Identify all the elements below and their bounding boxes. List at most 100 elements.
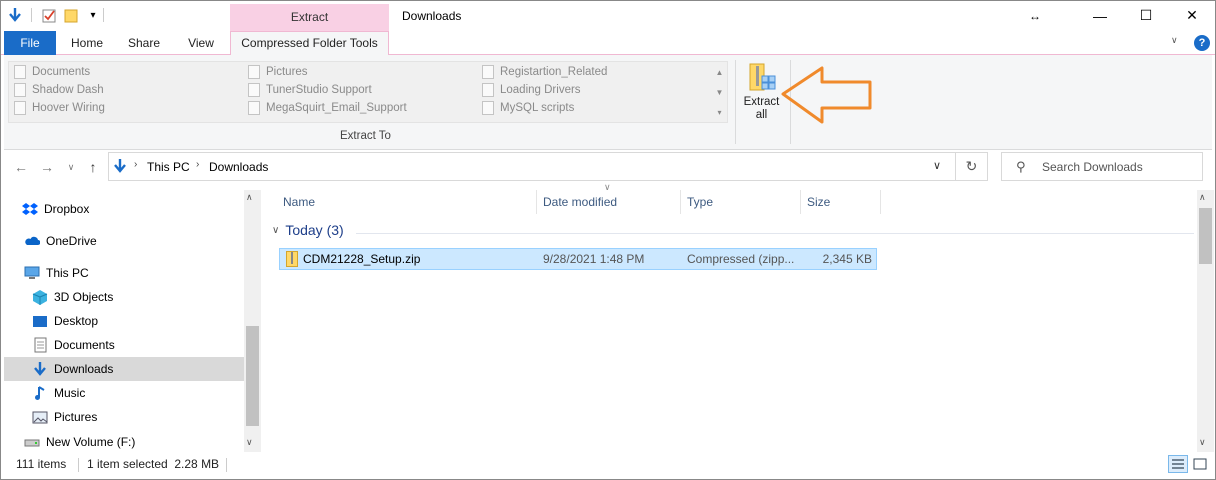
nav-item-dropbox[interactable]: Dropbox — [4, 197, 244, 221]
context-tab-header: Extract — [230, 4, 389, 31]
details-view-icon — [1172, 459, 1184, 469]
gallery-item-label: TunerStudio Support — [266, 84, 372, 96]
ribbon-expand-icon[interactable]: ∨ — [1171, 35, 1178, 46]
recent-locations-icon[interactable]: ∨ — [62, 157, 80, 177]
gallery-item[interactable]: Pictures — [248, 63, 468, 81]
group-header-today[interactable]: ∨ Today (3) — [272, 222, 344, 238]
navigation-pane: Dropbox OneDrive This PC 3D Objects Desk… — [4, 190, 244, 452]
breadcrumb-this-pc[interactable]: This PC — [147, 160, 190, 174]
group-label-extract-to: Extract To — [340, 130, 391, 142]
chevron-down-icon: ∨ — [272, 224, 280, 236]
extract-all-button[interactable]: Extract all — [739, 60, 784, 124]
tab-compressed-folder-tools[interactable]: Compressed Folder Tools — [230, 31, 389, 56]
zip-file-icon — [286, 251, 298, 270]
nav-pane-scroll-thumb[interactable] — [246, 326, 259, 426]
nav-item-label: This PC — [46, 266, 89, 280]
file-list-scroll-thumb[interactable] — [1199, 208, 1212, 264]
nav-item-label: Desktop — [54, 314, 99, 328]
chevron-right-icon[interactable]: › — [134, 159, 137, 170]
chevron-right-icon[interactable]: › — [196, 159, 199, 170]
gallery-item-label: Hoover Wiring — [32, 102, 105, 114]
status-divider — [78, 458, 79, 472]
nav-item-onedrive[interactable]: OneDrive — [4, 229, 244, 253]
nav-item-desktop[interactable]: Desktop — [4, 309, 244, 333]
properties-icon[interactable] — [40, 6, 58, 24]
folder-icon — [14, 83, 26, 97]
column-header-type[interactable]: Type — [681, 190, 801, 214]
scroll-up-icon[interactable]: ∧ — [1199, 192, 1206, 203]
column-header-size[interactable]: Size — [801, 190, 881, 214]
forward-button[interactable]: → — [38, 157, 56, 177]
down-arrow-icon[interactable] — [6, 6, 24, 24]
scroll-down-icon[interactable]: ▼ — [716, 88, 724, 97]
breadcrumb-downloads[interactable]: Downloads — [209, 160, 268, 174]
qat-customize-icon[interactable]: ▾ — [84, 6, 102, 24]
scroll-down-icon[interactable]: ∨ — [246, 437, 253, 448]
group-divider — [356, 233, 1194, 234]
gallery-item[interactable]: MySQL scripts — [482, 99, 702, 117]
pictures-icon — [248, 65, 260, 79]
nav-item-this-pc[interactable]: This PC — [4, 261, 244, 285]
gallery-scroll[interactable]: ▲ ▼ ▾ — [712, 62, 727, 122]
gallery-item[interactable]: Registartion_Related — [482, 63, 702, 81]
details-view-button[interactable] — [1168, 455, 1188, 473]
gallery-item[interactable]: Documents — [14, 63, 234, 81]
maximize-button[interactable]: ☐ — [1123, 0, 1169, 31]
gallery-item[interactable]: MegaSquirt_Email_Support — [248, 99, 468, 117]
tab-file[interactable]: File — [4, 31, 56, 55]
back-button[interactable]: ← — [12, 157, 30, 177]
nav-item-pictures[interactable]: Pictures — [4, 405, 244, 429]
gallery-item[interactable]: TunerStudio Support — [248, 81, 468, 99]
nav-item-label: Dropbox — [44, 202, 90, 216]
large-icons-view-button[interactable] — [1190, 455, 1210, 473]
new-folder-icon[interactable] — [63, 6, 81, 24]
gallery-item[interactable]: Loading Drivers — [482, 81, 702, 99]
scroll-up-icon[interactable]: ▲ — [716, 68, 724, 77]
gallery-column-1: Documents Shadow Dash Hoover Wiring — [14, 63, 234, 117]
nav-item-downloads[interactable]: Downloads — [4, 357, 244, 381]
file-name: CDM21228_Setup.zip — [303, 252, 421, 266]
gallery-item[interactable]: Hoover Wiring — [14, 99, 234, 117]
nav-item-documents[interactable]: Documents — [4, 333, 244, 357]
address-dropdown-icon[interactable]: ∨ — [933, 159, 941, 172]
minimize-button[interactable]: — — [1077, 0, 1123, 31]
nav-item-3d-objects[interactable]: 3D Objects — [4, 285, 244, 309]
scroll-down-icon[interactable]: ∨ — [1199, 437, 1206, 448]
table-row[interactable]: CDM21228_Setup.zip 9/28/2021 1:48 PM Com… — [279, 248, 877, 270]
gallery-item-label: MySQL scripts — [500, 102, 575, 114]
downloads-icon — [32, 361, 48, 377]
window-title: Downloads — [402, 9, 462, 23]
address-bar[interactable]: › This PC › Downloads ∨ — [108, 152, 956, 181]
up-button[interactable]: ↑ — [84, 157, 102, 177]
desktop-icon — [32, 313, 48, 329]
nav-item-new-volume[interactable]: New Volume (F:) — [4, 430, 244, 454]
status-item-count: 111 items — [16, 457, 67, 471]
dropbox-icon — [22, 201, 38, 217]
nav-item-label: Downloads — [54, 362, 114, 376]
ribbon-separator — [735, 60, 736, 144]
tab-share[interactable]: Share — [122, 31, 166, 55]
close-button[interactable]: ✕ — [1169, 0, 1215, 31]
file-size: 2,345 KB — [822, 252, 872, 266]
folder-icon — [482, 65, 494, 79]
column-header-date[interactable]: Date modified — [537, 190, 681, 214]
gallery-more-icon[interactable]: ▾ — [717, 108, 721, 117]
music-icon — [32, 385, 48, 401]
nav-item-music[interactable]: Music — [4, 381, 244, 405]
tab-home[interactable]: Home — [66, 31, 108, 55]
file-type: Compressed (zipp... — [687, 252, 795, 266]
help-icon[interactable]: ? — [1194, 35, 1210, 51]
gallery-item[interactable]: Shadow Dash — [14, 81, 234, 99]
nav-item-label: 3D Objects — [54, 290, 114, 304]
column-header-name[interactable]: Name — [277, 190, 537, 214]
gallery-item-label: Registartion_Related — [500, 66, 608, 78]
refresh-button[interactable]: ↻ — [956, 152, 988, 181]
onedrive-icon — [24, 233, 40, 249]
large-icons-view-icon — [1193, 458, 1207, 470]
search-box[interactable]: ⚲ Search Downloads — [1001, 152, 1203, 181]
tab-view[interactable]: View — [180, 31, 222, 55]
nav-item-label: Documents — [54, 338, 115, 352]
nav-item-label: Pictures — [54, 410, 98, 424]
nav-item-label: Music — [54, 386, 86, 400]
scroll-up-icon[interactable]: ∧ — [246, 192, 253, 203]
